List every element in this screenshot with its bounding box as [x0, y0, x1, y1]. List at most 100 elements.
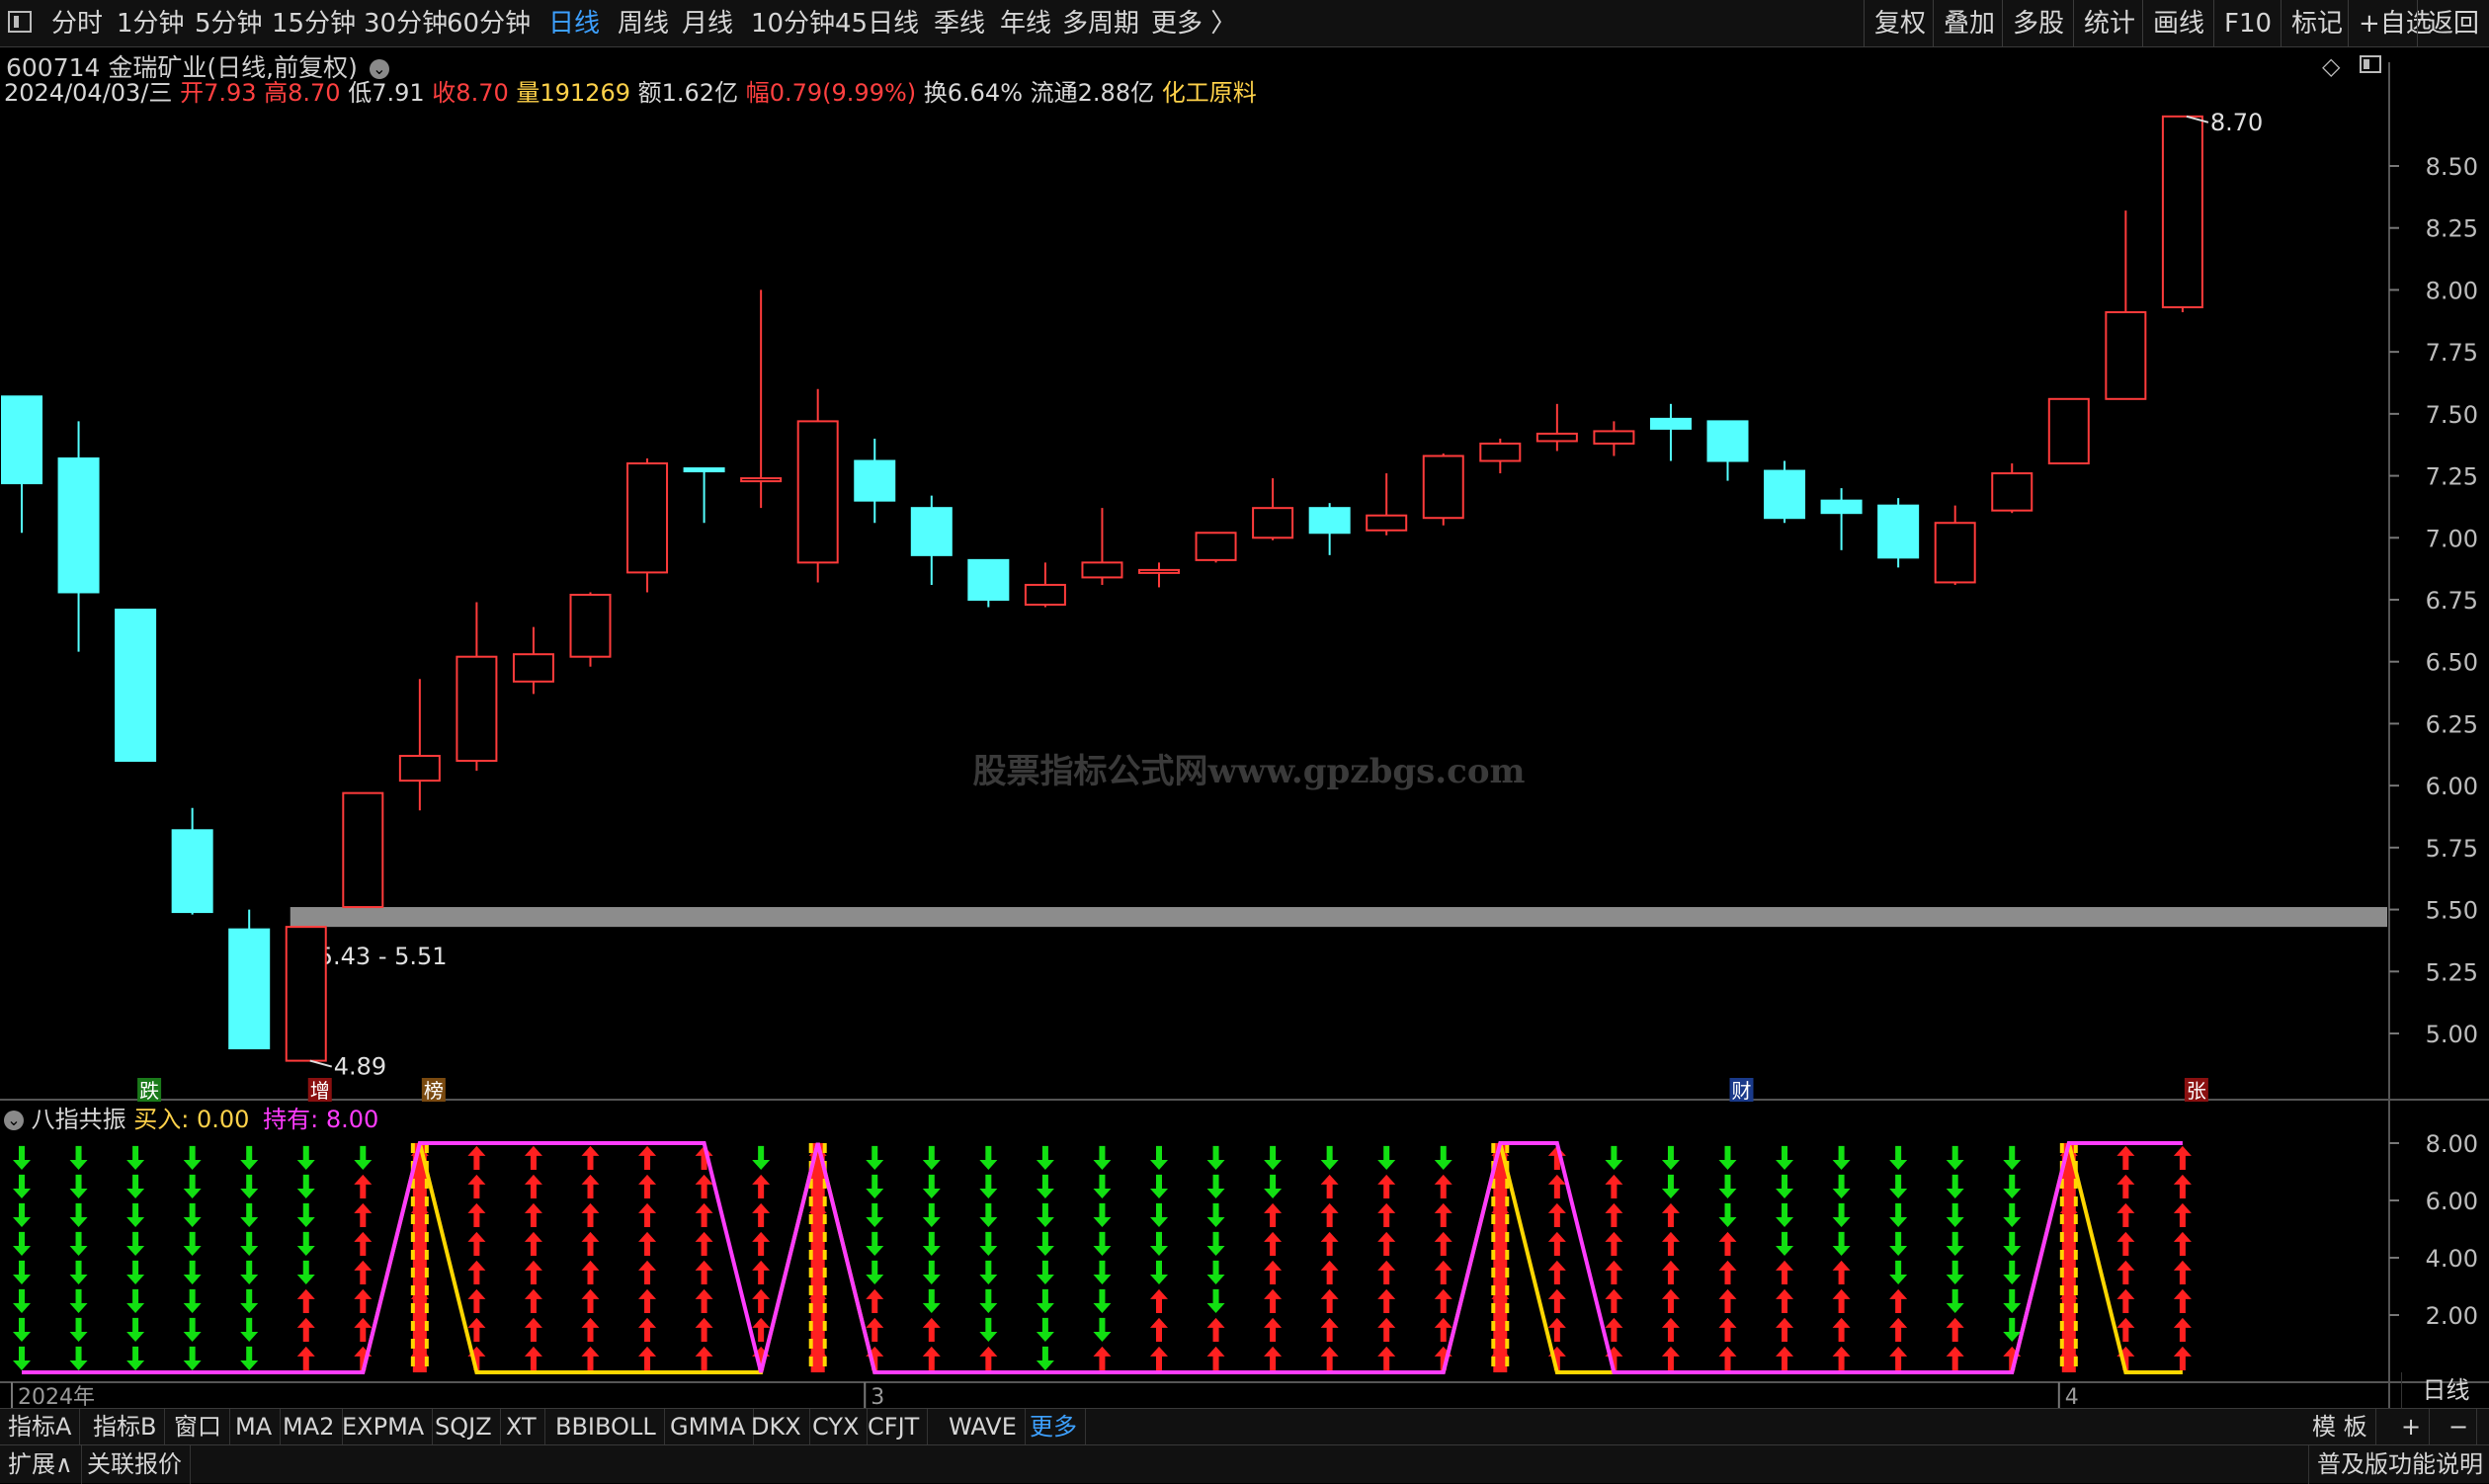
candle[interactable] — [342, 791, 384, 909]
toolbar-button-3[interactable]: 统计 — [2073, 0, 2145, 47]
help-link[interactable]: 普及版功能说明 — [2308, 1445, 2483, 1484]
toolbar-button-0[interactable]: 复权 — [1864, 0, 1936, 47]
indicator-tab-0[interactable]: 指标A — [0, 1409, 81, 1445]
status-button-0[interactable]: 扩展∧ — [0, 1445, 82, 1484]
indicator-tab-8[interactable]: BBIBOLL — [547, 1409, 665, 1445]
period-tab-7[interactable]: 周线 — [618, 0, 669, 47]
down-arrow-icon — [1264, 1174, 1283, 1198]
period-tab-4[interactable]: 30分钟 — [364, 0, 448, 47]
indicator-tab-2[interactable]: 窗口 — [166, 1409, 230, 1445]
indicator-tab-13[interactable]: WAVE — [941, 1409, 1026, 1445]
candle[interactable] — [1706, 420, 1749, 481]
chevron-down-icon[interactable]: ⌄ — [4, 1111, 24, 1130]
event-tag[interactable]: 榜 — [424, 1079, 444, 1103]
candle[interactable] — [171, 807, 213, 915]
candle[interactable] — [1024, 562, 1066, 608]
candle[interactable] — [626, 458, 669, 593]
period-tab-10[interactable]: 45日线 — [835, 0, 919, 47]
indicator-tab-10[interactable]: DKX — [743, 1409, 810, 1445]
candle[interactable] — [1, 395, 42, 534]
candle[interactable] — [456, 602, 498, 772]
indicator-tab-7[interactable]: XT — [498, 1409, 545, 1445]
panel-toggle-icon[interactable] — [8, 11, 32, 33]
candle[interactable] — [1991, 463, 2033, 514]
indicator-tab-1[interactable]: 指标B — [85, 1409, 166, 1445]
period-tab-2[interactable]: 5分钟 — [195, 0, 263, 47]
candle[interactable] — [1479, 438, 1522, 474]
down-arrow-icon — [126, 1145, 145, 1170]
period-tab-0[interactable]: 分时 — [51, 0, 103, 47]
period-tab-1[interactable]: 1分钟 — [117, 0, 185, 47]
period-tab-14[interactable]: 更多 〉 — [1151, 0, 1236, 47]
period-tab-11[interactable]: 季线 — [934, 0, 985, 47]
candle[interactable] — [796, 388, 839, 583]
event-tag[interactable]: 财 — [1732, 1079, 1752, 1103]
down-arrow-icon — [1832, 1145, 1851, 1170]
indicator-tab-14[interactable]: 更多 — [1022, 1409, 1086, 1445]
candle[interactable] — [285, 926, 327, 1062]
period-tab-13[interactable]: 多周期 — [1062, 0, 1139, 47]
indicator-tab-9[interactable]: GMMA — [662, 1409, 755, 1445]
candle[interactable] — [910, 495, 953, 585]
period-tab-9[interactable]: 10分钟 — [751, 0, 835, 47]
period-tab-5[interactable]: 60分钟 — [447, 0, 531, 47]
indicator-tab-11[interactable]: CYX — [804, 1409, 869, 1445]
indicator-tab-4[interactable]: MA2 — [275, 1409, 344, 1445]
event-tag[interactable]: 张 — [2187, 1079, 2206, 1103]
period-tab-6[interactable]: 日线 — [548, 0, 600, 47]
candle[interactable] — [967, 558, 1010, 608]
tab-tool-0[interactable]: 模 板 — [2304, 1409, 2376, 1445]
candle[interactable] — [1764, 460, 1806, 524]
candle[interactable] — [1593, 421, 1635, 456]
toolbar-button-5[interactable]: F10 — [2213, 0, 2282, 47]
candle[interactable] — [1252, 478, 1294, 540]
indicator-tab-6[interactable]: SQJZ — [427, 1409, 501, 1445]
kline-chart[interactable]: 股票指标公式网www.gpzbgs.com 5.43 - 5.51 8.70 4.… — [0, 62, 2489, 1408]
toolbar-button-2[interactable]: 多股 — [2002, 0, 2074, 47]
toolbar-button-8[interactable]: 返回 — [2417, 0, 2489, 47]
candle[interactable] — [512, 626, 554, 695]
candle[interactable] — [1422, 453, 1464, 526]
event-tag[interactable]: 增 — [310, 1079, 330, 1103]
candle[interactable] — [1366, 473, 1408, 536]
toolbar-button-4[interactable]: 画线 — [2142, 0, 2214, 47]
period-tab-8[interactable]: 月线 — [682, 0, 733, 47]
tab-tool-2[interactable]: − — [2441, 1409, 2478, 1445]
period-tab-3[interactable]: 15分钟 — [272, 0, 356, 47]
indicator-tab-12[interactable]: CFJT — [860, 1409, 929, 1445]
candle[interactable] — [398, 679, 441, 811]
candle[interactable] — [115, 609, 157, 763]
candle[interactable] — [854, 438, 896, 524]
candle[interactable] — [2105, 210, 2147, 400]
right-axis-label[interactable]: 日线 — [2401, 1372, 2489, 1409]
candle[interactable] — [2161, 115, 2203, 313]
candle[interactable] — [1308, 503, 1351, 555]
candle[interactable] — [1820, 488, 1863, 550]
status-button-1[interactable]: 关联报价 — [79, 1445, 191, 1484]
candle[interactable] — [569, 592, 612, 667]
event-tag[interactable]: 跌 — [139, 1079, 159, 1103]
candle[interactable] — [683, 467, 725, 524]
candle[interactable] — [1081, 508, 1123, 585]
candle-body-up — [2105, 311, 2147, 400]
candle[interactable] — [1877, 498, 1920, 568]
toolbar-button-6[interactable]: 标记 — [2281, 0, 2353, 47]
candle[interactable] — [740, 289, 783, 509]
period-tab-12[interactable]: 年线 — [1000, 0, 1051, 47]
up-arrow-icon — [581, 1145, 600, 1170]
candle[interactable] — [57, 421, 100, 652]
candle[interactable] — [2047, 397, 2090, 465]
indicator-tab-3[interactable]: MA — [227, 1409, 282, 1445]
indicator-tab-5[interactable]: EXPMA — [334, 1409, 434, 1445]
tab-tool-1[interactable]: + — [2393, 1409, 2431, 1445]
candle[interactable] — [1649, 403, 1692, 461]
candle[interactable] — [228, 909, 271, 1050]
indicator-name[interactable]: 八指共振 — [32, 1106, 126, 1133]
up-arrow-icon — [581, 1174, 600, 1198]
candle[interactable] — [1138, 562, 1180, 588]
candle[interactable] — [1195, 532, 1237, 563]
toolbar-button-1[interactable]: 叠加 — [1933, 0, 2005, 47]
candle[interactable] — [1934, 505, 1976, 585]
candle[interactable] — [1535, 403, 1578, 452]
up-arrow-icon — [1661, 1346, 1680, 1370]
